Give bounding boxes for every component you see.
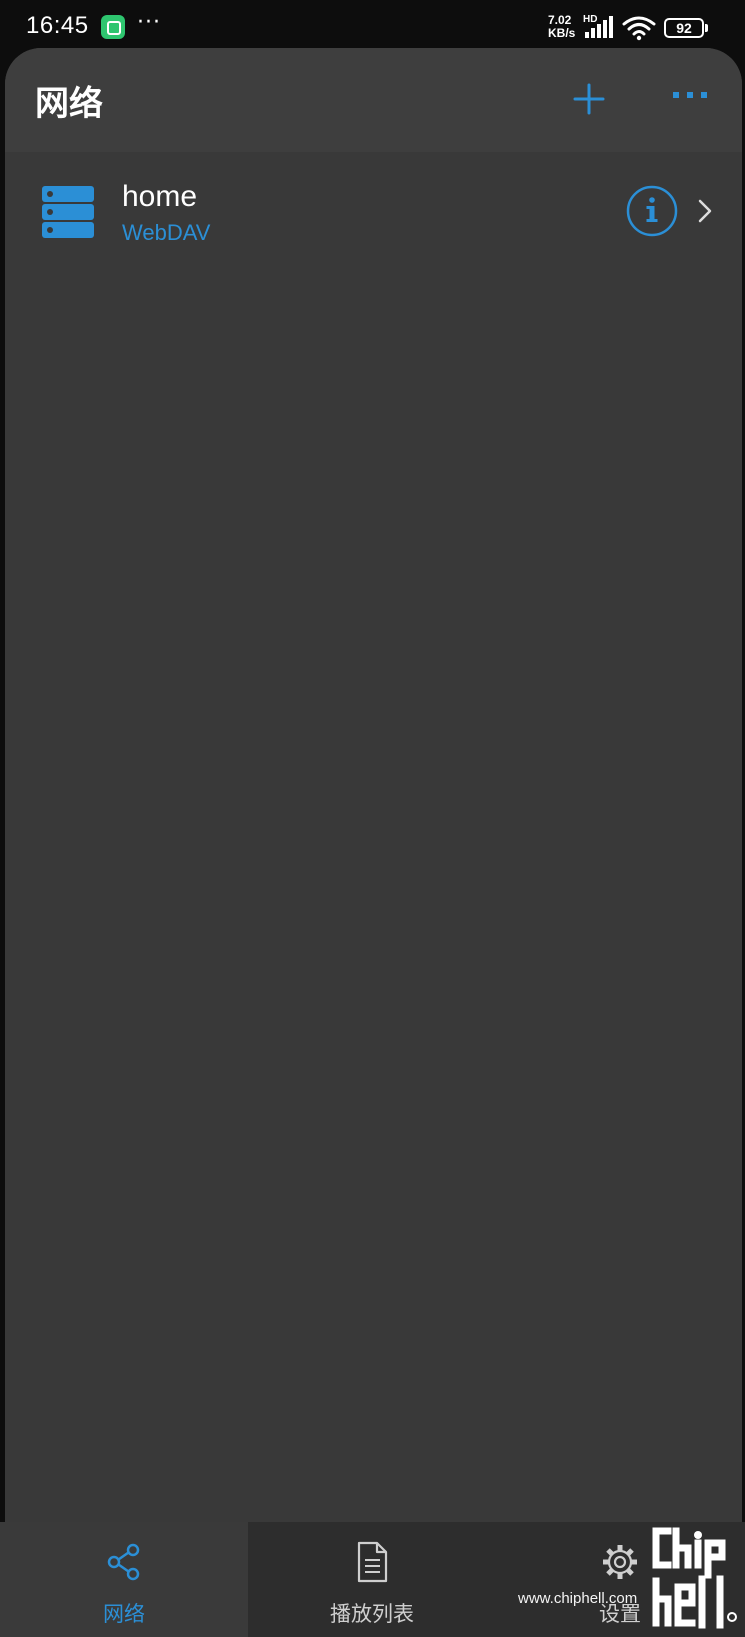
tab-network[interactable]: 网络 <box>0 1522 248 1637</box>
server-info-button[interactable] <box>625 184 679 238</box>
document-icon <box>357 1541 388 1583</box>
status-bar: 16:45 ··· 7.02 KB/s HD 92 <box>0 0 745 50</box>
wifi-icon <box>622 16 656 41</box>
bottom-navigation: 网络 播放列表 设置 <box>0 1522 745 1637</box>
app-header: 网络 <box>5 48 742 152</box>
info-icon <box>626 185 678 237</box>
battery-icon: 92 <box>664 18 708 38</box>
server-list-item[interactable]: home WebDAV <box>5 152 742 274</box>
server-icon <box>42 186 94 238</box>
more-options-button[interactable] <box>669 77 713 121</box>
share-icon <box>107 1543 140 1581</box>
add-button[interactable] <box>567 77 611 121</box>
tab-playlist[interactable]: 播放列表 <box>248 1522 496 1637</box>
status-time: 16:45 <box>26 12 89 39</box>
server-type: WebDAV <box>122 220 211 245</box>
app-panel: 网络 home WebDAV <box>5 48 742 1637</box>
watermark-url: www.chiphell.com <box>518 1590 638 1607</box>
tab-playlist-label: 播放列表 <box>330 1602 414 1626</box>
network-speed: 7.02 KB/s <box>548 14 582 40</box>
chevron-right-icon <box>698 199 712 223</box>
tab-network-label: 网络 <box>103 1602 145 1626</box>
page-title: 网络 <box>35 84 103 124</box>
gear-icon <box>603 1545 637 1579</box>
mi-home-icon <box>101 15 125 39</box>
status-more-indicator: ··· <box>137 10 161 35</box>
signal-icon <box>585 16 613 38</box>
battery-level: 92 <box>676 20 692 36</box>
chiphell-logo <box>652 1527 737 1629</box>
server-name: home <box>122 180 198 213</box>
more-dots-icon <box>673 92 707 98</box>
plus-icon <box>573 83 605 115</box>
network-speed-unit: KB/s <box>548 26 576 40</box>
